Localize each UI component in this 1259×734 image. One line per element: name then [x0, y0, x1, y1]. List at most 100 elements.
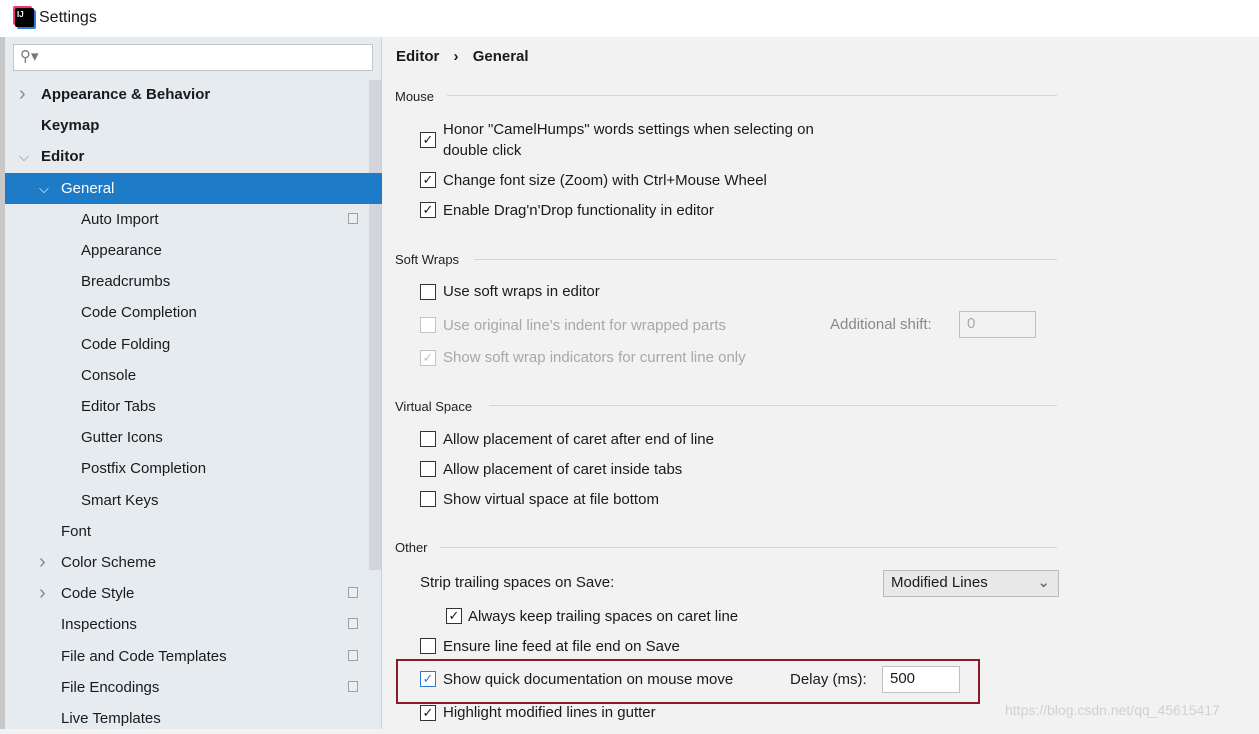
sidebar-item-code-completion[interactable]: Code Completion: [5, 297, 382, 328]
project-scope-icon: [348, 618, 358, 630]
sidebar-item-label: File Encodings: [61, 678, 160, 696]
camelhumps-label-2: double click: [443, 142, 522, 159]
breadcrumb: Editor › General: [396, 48, 529, 65]
sidebar-item-label: Code Style: [61, 585, 135, 603]
sidebar-item-code-style[interactable]: › Code Style: [5, 578, 382, 609]
sidebar-item-label: Breadcrumbs: [81, 273, 171, 291]
camelhumps-label: Honor "CamelHumps" words settings when s…: [443, 121, 814, 138]
sidebar-item-gutter-icons[interactable]: Gutter Icons: [5, 422, 382, 453]
sidebar-item-label: Code Completion: [81, 304, 197, 322]
indent-label: Use original line's indent for wrapped p…: [443, 317, 727, 334]
sidebar-item-label: Code Folding: [81, 335, 171, 353]
sidebar-item-label: Postfix Completion: [81, 460, 207, 478]
sidebar-item-live-templates[interactable]: Live Templates: [5, 703, 382, 734]
section-mouse: Mouse: [395, 89, 435, 104]
caret-tabs-checkbox[interactable]: [420, 461, 436, 477]
chevron-down-icon[interactable]: ⌵: [39, 173, 49, 204]
divider: [447, 95, 1057, 96]
line-feed-checkbox[interactable]: [420, 638, 436, 654]
sidebar-item-keymap[interactable]: Keymap: [5, 110, 382, 141]
dnd-checkbox[interactable]: ✓: [420, 202, 436, 218]
sidebar-item-inspections[interactable]: Inspections: [5, 609, 382, 640]
caret-tabs-label: Allow placement of caret inside tabs: [443, 461, 683, 478]
camelhumps-checkbox[interactable]: ✓: [420, 132, 436, 148]
soft-wraps-checkbox[interactable]: [420, 284, 436, 300]
section-other: Other: [395, 540, 428, 555]
quick-doc-label: Show quick documentation on mouse move: [443, 671, 734, 688]
sidebar-item-label: Auto Import: [81, 210, 159, 228]
sidebar-item-label: Console: [81, 366, 137, 384]
sidebar-item-label: General: [61, 179, 115, 197]
delay-input[interactable]: 500: [882, 666, 960, 693]
divider: [440, 547, 1057, 548]
window-title: Settings: [39, 9, 97, 26]
project-scope-icon: [348, 212, 358, 224]
sidebar-item-label: Font: [61, 522, 92, 540]
section-virtual-space: Virtual Space: [395, 399, 473, 414]
breadcrumb-separator: ›: [453, 48, 459, 65]
title-bar: [0, 0, 1259, 37]
chevron-right-icon[interactable]: ›: [19, 79, 26, 110]
virtual-bottom-label: Show virtual space at file bottom: [443, 491, 659, 508]
indent-checkbox[interactable]: [420, 317, 436, 333]
sidebar-item-label: Inspections: [61, 616, 137, 634]
project-scope-icon: [348, 649, 358, 661]
quick-doc-checkbox[interactable]: ✓: [420, 671, 436, 687]
sidebar-item-label: Live Templates: [61, 710, 161, 727]
search-icon: ⚲▾: [20, 48, 39, 65]
breadcrumb-parent[interactable]: Editor: [396, 48, 439, 65]
chevron-right-icon[interactable]: ›: [39, 578, 46, 609]
search-input[interactable]: ⚲▾: [13, 44, 373, 71]
sidebar-item-console[interactable]: Console: [5, 360, 382, 391]
caret-end-checkbox[interactable]: [420, 431, 436, 447]
sidebar-item-editor[interactable]: ⌵ Editor: [5, 141, 382, 172]
indicators-checkbox[interactable]: ✓: [420, 350, 436, 366]
additional-shift-input[interactable]: 0: [959, 311, 1036, 338]
sidebar-item-label: Gutter Icons: [81, 429, 163, 447]
sidebar-item-postfix-completion[interactable]: Postfix Completion: [5, 453, 382, 484]
chevron-down-icon[interactable]: ⌵: [19, 141, 29, 172]
sidebar-item-label: File and Code Templates: [61, 647, 227, 665]
sidebar-item-appearance-behavior[interactable]: › Appearance & Behavior: [5, 79, 382, 110]
sidebar-item-label: Appearance & Behavior: [41, 86, 211, 103]
highlight-checkbox[interactable]: ✓: [420, 705, 436, 721]
sidebar-item-file-encodings[interactable]: File Encodings: [5, 672, 382, 703]
sidebar-item-general[interactable]: ⌵ General: [5, 172, 382, 204]
sidebar-item-appearance[interactable]: Appearance: [5, 235, 382, 266]
breadcrumb-current: General: [472, 48, 529, 65]
delay-label: Delay (ms):: [790, 671, 867, 688]
chevron-right-icon[interactable]: ›: [39, 547, 46, 578]
sidebar-item-label: Smart Keys: [81, 491, 159, 509]
divider: [474, 259, 1057, 260]
highlight-label: Highlight modified lines in gutter: [443, 704, 656, 721]
soft-wraps-label: Use soft wraps in editor: [443, 283, 600, 300]
project-scope-icon: [348, 587, 358, 599]
intellij-logo-icon: IJ: [15, 8, 34, 27]
sidebar-item-label: Editor Tabs: [81, 398, 156, 415]
zoom-label: Change font size (Zoom) with Ctrl+Mouse …: [443, 172, 767, 189]
zoom-checkbox[interactable]: ✓: [420, 172, 436, 188]
strip-label: Strip trailing spaces on Save:: [420, 574, 615, 591]
sidebar-item-editor-tabs[interactable]: Editor Tabs: [5, 391, 382, 422]
caret-end-label: Allow placement of caret after end of li…: [443, 431, 714, 448]
watermark: https://blog.csdn.net/qq_45615417: [1005, 702, 1220, 718]
keep-trailing-label: Always keep trailing spaces on caret lin…: [468, 608, 739, 625]
strip-dropdown[interactable]: Modified Lines ⌄: [883, 570, 1059, 597]
keep-trailing-checkbox[interactable]: ✓: [446, 608, 462, 624]
sidebar-item-label: Color Scheme: [61, 554, 157, 571]
sidebar-item-file-and-code-templates[interactable]: File and Code Templates: [5, 641, 382, 672]
virtual-bottom-checkbox[interactable]: [420, 491, 436, 507]
sidebar-item-color-scheme[interactable]: › Color Scheme: [5, 547, 382, 578]
sidebar-item-breadcrumbs[interactable]: Breadcrumbs: [5, 266, 382, 297]
sidebar-item-font[interactable]: Font: [5, 516, 382, 547]
chevron-down-icon: ⌄: [1037, 574, 1050, 591]
section-soft-wraps: Soft Wraps: [395, 252, 460, 267]
indicators-label: Show soft wrap indicators for current li…: [443, 349, 746, 366]
sidebar-item-auto-import[interactable]: Auto Import: [5, 204, 382, 235]
sidebar-item-smart-keys[interactable]: Smart Keys: [5, 485, 382, 516]
line-feed-label: Ensure line feed at file end on Save: [443, 638, 680, 655]
sidebar-item-label: Appearance: [81, 242, 162, 259]
sidebar-item-label: Editor: [41, 148, 85, 166]
sidebar-item-code-folding[interactable]: Code Folding: [5, 329, 382, 360]
dnd-label: Enable Drag'n'Drop functionality in edit…: [443, 202, 714, 219]
